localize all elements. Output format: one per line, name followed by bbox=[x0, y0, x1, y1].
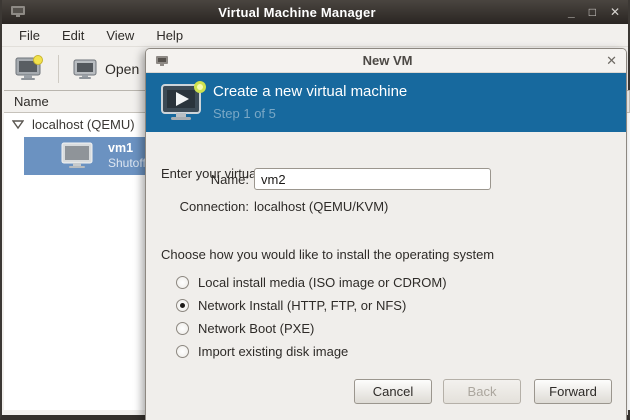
banner-step: Step 1 of 5 bbox=[213, 106, 276, 121]
banner-title: Create a new virtual machine bbox=[213, 83, 407, 100]
option-label: Network Install (HTTP, FTP, or NFS) bbox=[198, 298, 406, 313]
open-button-label: Open bbox=[105, 61, 139, 77]
option-local-install-media[interactable]: Local install media (ISO image or CDROM) bbox=[176, 273, 447, 291]
radio-icon[interactable] bbox=[176, 276, 189, 289]
menu-edit[interactable]: Edit bbox=[53, 26, 93, 45]
open-button[interactable]: Open bbox=[67, 54, 145, 84]
maximize-icon[interactable]: □ bbox=[589, 3, 596, 21]
connection-value: localhost (QEMU/KVM) bbox=[254, 199, 388, 214]
menu-help[interactable]: Help bbox=[147, 26, 192, 45]
new-vm-button[interactable] bbox=[8, 51, 50, 86]
option-import-disk-image[interactable]: Import existing disk image bbox=[176, 342, 348, 360]
dialog-close-icon[interactable]: ✕ bbox=[606, 53, 617, 69]
radio-icon[interactable] bbox=[176, 322, 189, 335]
option-label: Import existing disk image bbox=[198, 344, 348, 359]
vm-monitor-icon bbox=[60, 141, 94, 172]
dialog-title: New VM bbox=[169, 53, 606, 68]
radio-icon[interactable] bbox=[176, 345, 189, 358]
cancel-button[interactable]: Cancel bbox=[354, 379, 432, 404]
back-button: Back bbox=[443, 379, 521, 404]
menu-view[interactable]: View bbox=[97, 26, 143, 45]
menubar: File Edit View Help bbox=[2, 24, 628, 47]
open-vm-icon bbox=[73, 58, 99, 80]
option-label: Local install media (ISO image or CDROM) bbox=[198, 275, 447, 290]
option-network-boot-pxe[interactable]: Network Boot (PXE) bbox=[176, 319, 314, 337]
vm-name-input[interactable] bbox=[254, 168, 491, 190]
dialog-app-icon bbox=[155, 55, 169, 67]
connection-label: Connection: bbox=[174, 199, 249, 214]
expander-icon[interactable] bbox=[12, 118, 24, 130]
radio-icon[interactable] bbox=[176, 299, 189, 312]
minimize-icon[interactable]: _ bbox=[568, 3, 575, 21]
host-label: localhost (QEMU) bbox=[32, 117, 135, 132]
dialog-banner: Create a new virtual machine Step 1 of 5 bbox=[146, 73, 626, 132]
vm-name: vm1 bbox=[108, 141, 146, 156]
new-vm-icon bbox=[14, 55, 44, 82]
new-vm-dialog: New VM ✕ Create a new virtual machine St… bbox=[145, 48, 627, 420]
new-vm-banner-icon bbox=[159, 79, 209, 125]
name-label: Name: bbox=[174, 172, 249, 187]
option-label: Network Boot (PXE) bbox=[198, 321, 314, 336]
option-network-install[interactable]: Network Install (HTTP, FTP, or NFS) bbox=[176, 296, 406, 314]
app-icon bbox=[10, 5, 26, 19]
window-titlebar: Virtual Machine Manager _ □ ✕ bbox=[2, 0, 628, 24]
menu-file[interactable]: File bbox=[10, 26, 49, 45]
forward-button[interactable]: Forward bbox=[534, 379, 612, 404]
dialog-titlebar: New VM ✕ bbox=[146, 49, 626, 73]
window-title: Virtual Machine Manager bbox=[26, 5, 568, 20]
close-icon[interactable]: ✕ bbox=[610, 3, 620, 21]
vm-status: Shutoff bbox=[108, 156, 146, 171]
toolbar-separator bbox=[58, 55, 59, 83]
install-method-heading: Choose how you would like to install the… bbox=[161, 247, 494, 262]
